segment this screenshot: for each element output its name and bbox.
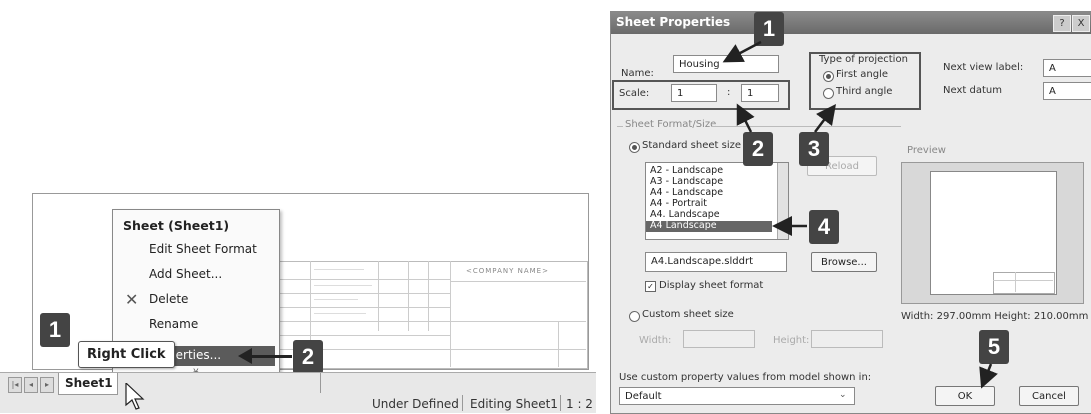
menu-item-edit-sheet-format[interactable]: Edit Sheet Format: [149, 242, 257, 256]
callout-2: 2: [293, 340, 323, 374]
status-editing: Editing Sheet1: [470, 397, 558, 411]
arrow-left-icon: [238, 348, 252, 364]
delete-icon: ✕: [125, 290, 139, 309]
title-block: [278, 261, 588, 369]
mouse-cursor-icon: [125, 383, 145, 410]
menu-item-rename[interactable]: Rename: [149, 317, 198, 331]
menu-item-delete[interactable]: Delete: [149, 292, 188, 306]
sheet-properties-dialog: Sheet Properties ? X Name: Housing Scale…: [610, 11, 1091, 414]
feature-manager-sheet-area: <COMPANY NAME> Sheet (Sheet1) Edit Sheet…: [0, 185, 596, 413]
first-sheet-icon[interactable]: |◂: [8, 377, 22, 393]
next-sheet-icon[interactable]: ▸: [40, 377, 54, 393]
right-click-label: Right Click: [78, 341, 175, 368]
status-defined: Under Defined: [372, 397, 459, 411]
tab-sheet1[interactable]: Sheet1: [58, 373, 118, 395]
annotation-arrows: [722, 40, 998, 389]
company-name: <COMPANY NAME>: [466, 267, 549, 275]
prev-sheet-icon[interactable]: ◂: [24, 377, 38, 393]
sheet-tab-bar: |◂ ◂ ▸ Sheet1 Under Defined Editing Shee…: [0, 372, 596, 413]
callout-1: 1: [40, 313, 70, 347]
menu-item-add-sheet[interactable]: Add Sheet...: [149, 267, 222, 281]
status-scale: 1 : 2: [566, 397, 593, 411]
context-menu-title: Sheet (Sheet1): [123, 218, 230, 233]
